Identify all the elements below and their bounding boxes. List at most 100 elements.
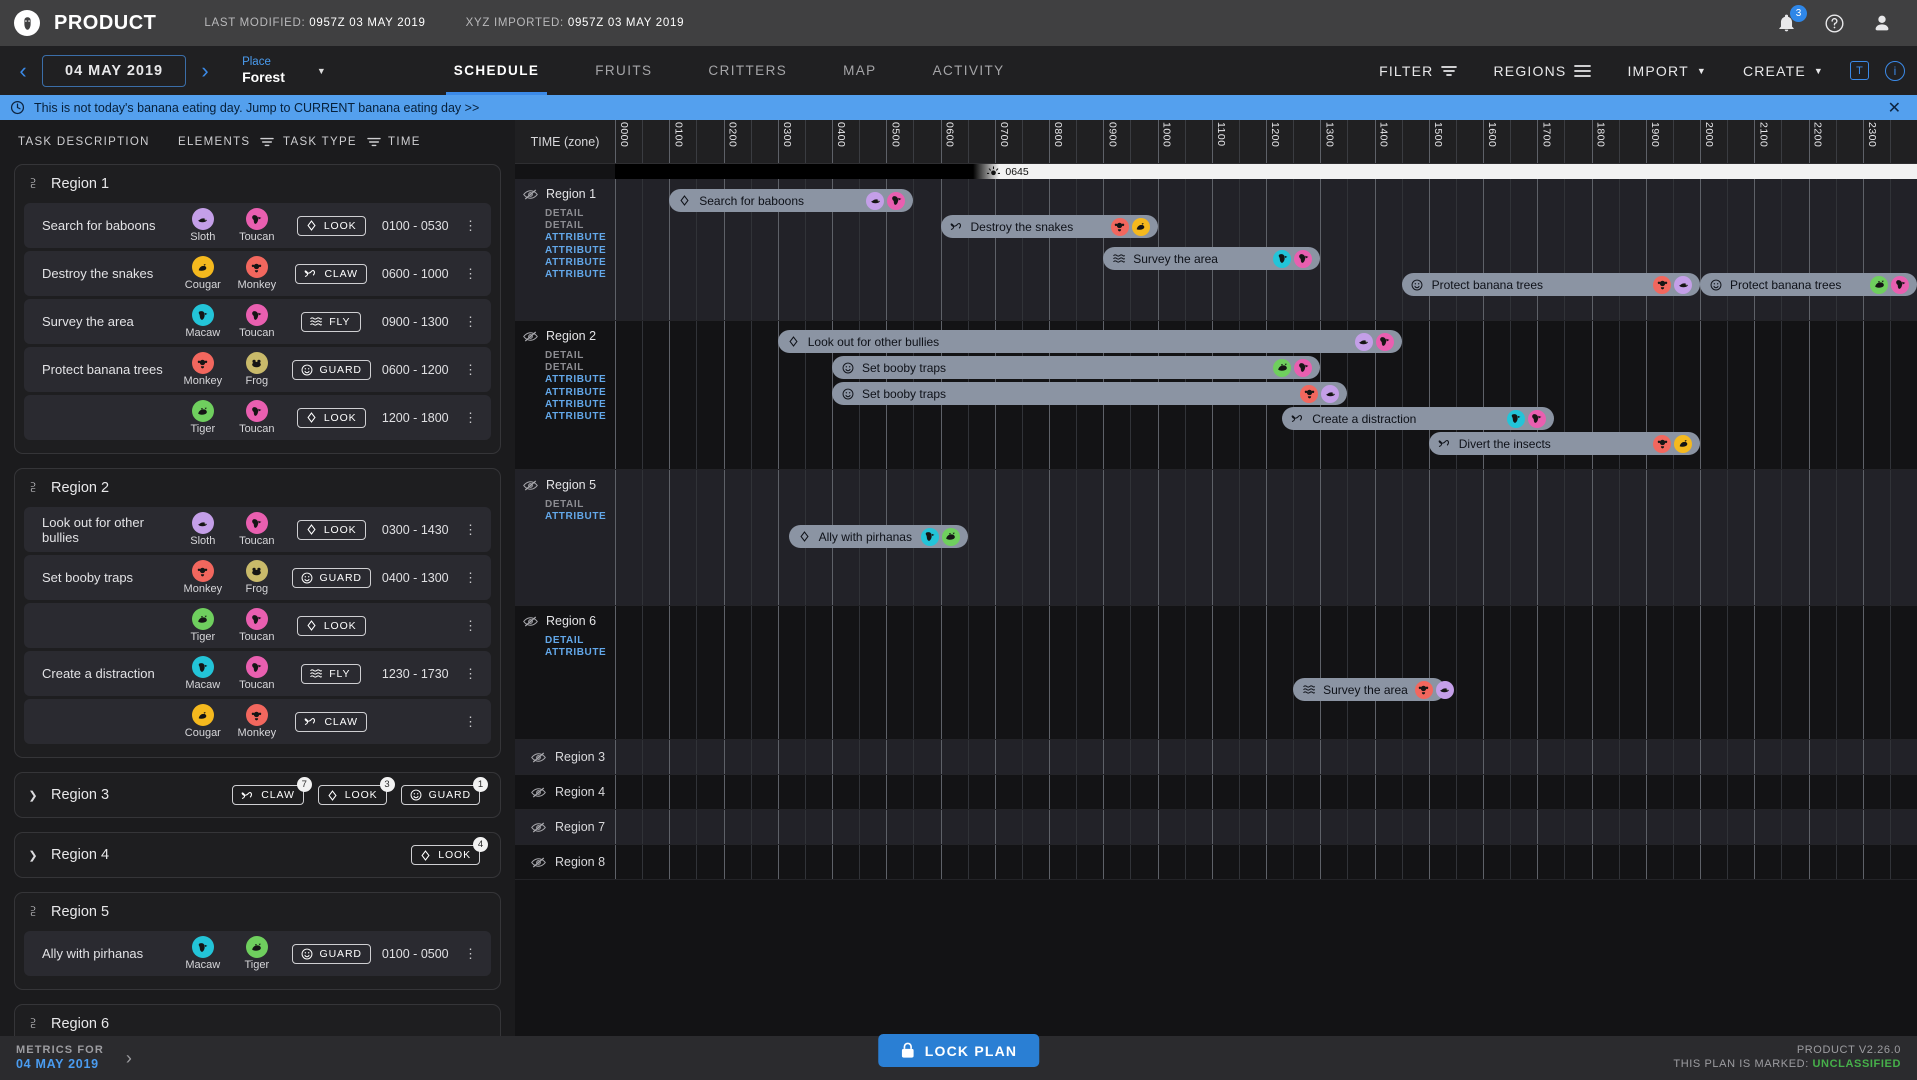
region-header[interactable]: ⫔ Region 5 bbox=[15, 893, 500, 931]
regions-button[interactable]: REGIONS bbox=[1475, 63, 1609, 79]
table-row[interactable]: Set booby traps Monkey Frog GUARD 0400 - 130… bbox=[24, 555, 491, 600]
chevron-down-icon[interactable]: ⫔ bbox=[27, 1018, 39, 1031]
task-type-pill[interactable]: FLY bbox=[301, 311, 362, 332]
region-header[interactable]: ⫔ Region 2 bbox=[15, 469, 500, 507]
element-chip[interactable]: Monkey bbox=[181, 352, 225, 387]
row-menu-icon[interactable]: ⋮ bbox=[464, 667, 491, 680]
table-row[interactable]: Create a distraction Macaw Toucan FLY 1230 -… bbox=[24, 651, 491, 696]
table-row[interactable]: Tiger Toucan LOOK ⋮ bbox=[24, 603, 491, 648]
table-row[interactable]: Tiger Toucan LOOK 1200 - 1800 ⋮ bbox=[24, 395, 491, 440]
text-view-toggle[interactable]: T bbox=[1850, 61, 1869, 80]
filter-button[interactable]: FILTER bbox=[1361, 63, 1475, 79]
eye-off-icon[interactable] bbox=[531, 751, 546, 764]
timeline-region-row-collapsed[interactable]: Region 7 bbox=[515, 810, 1917, 845]
region-header[interactable]: ⫔ Region 6 bbox=[15, 1005, 500, 1036]
region-type-summary[interactable]: CLAW 7 bbox=[232, 777, 312, 805]
row-menu-icon[interactable]: ⋮ bbox=[464, 571, 491, 584]
element-chip[interactable]: Macaw bbox=[181, 936, 225, 971]
task-type-pill[interactable]: LOOK bbox=[296, 215, 366, 236]
element-chip[interactable]: Macaw bbox=[181, 656, 225, 691]
close-icon[interactable]: ✕ bbox=[1888, 98, 1907, 118]
element-chip[interactable]: Cougar bbox=[181, 704, 225, 739]
timeline-task-bar[interactable]: Ally with pirhanas bbox=[788, 525, 968, 548]
chevron-down-icon[interactable]: ⫔ bbox=[27, 482, 39, 495]
region-type-summary[interactable]: LOOK 3 bbox=[317, 777, 395, 805]
row-menu-icon[interactable]: ⋮ bbox=[464, 947, 491, 960]
create-button[interactable]: CREATE ▼ bbox=[1725, 63, 1842, 79]
element-chip[interactable]: Cougar bbox=[181, 256, 225, 291]
prev-day-button[interactable]: ‹ bbox=[10, 59, 36, 82]
row-menu-icon[interactable]: ⋮ bbox=[464, 715, 491, 728]
element-chip[interactable]: Macaw bbox=[181, 304, 225, 339]
table-row[interactable]: Survey the area Macaw Toucan FLY 0900 - 1300… bbox=[24, 299, 491, 344]
element-chip[interactable]: Monkey bbox=[181, 560, 225, 595]
element-chip[interactable]: Toucan bbox=[235, 304, 279, 339]
caret-down-icon[interactable]: ▼ bbox=[317, 66, 326, 76]
task-type-pill[interactable]: GUARD bbox=[291, 943, 371, 964]
task-type-pill[interactable]: LOOK bbox=[296, 519, 366, 540]
eye-off-icon[interactable] bbox=[531, 821, 546, 834]
eye-off-icon[interactable] bbox=[531, 786, 546, 799]
element-chip[interactable]: Monkey bbox=[235, 704, 279, 739]
task-type-pill[interactable]: GUARD bbox=[291, 567, 371, 588]
row-menu-icon[interactable]: ⋮ bbox=[464, 619, 491, 632]
chevron-down-icon[interactable]: ⫔ bbox=[27, 178, 39, 191]
task-type-pill[interactable]: FLY bbox=[301, 663, 362, 684]
place-selector[interactable]: Place Forest bbox=[242, 56, 285, 85]
task-type-pill[interactable]: CLAW bbox=[295, 263, 367, 284]
task-type-pill[interactable]: GUARD bbox=[291, 359, 371, 380]
region-type-summary[interactable]: GUARD 1 bbox=[400, 777, 488, 805]
timeline-task-bar[interactable]: Search for baboons bbox=[669, 189, 914, 212]
metrics-link[interactable]: METRICS FOR 04 MAY 2019 bbox=[0, 1044, 104, 1072]
eye-off-icon[interactable] bbox=[531, 856, 546, 869]
tab-map[interactable]: MAP bbox=[815, 46, 904, 95]
row-menu-icon[interactable]: ⋮ bbox=[464, 523, 491, 536]
region-collapsed-row[interactable]: ❯ Region 3 CLAW 7 LOOK 3 GUARD 1 bbox=[15, 773, 500, 817]
element-chip[interactable]: Frog bbox=[235, 560, 279, 595]
eye-off-icon[interactable] bbox=[523, 188, 538, 201]
region-collapsed-row[interactable]: ❯ Region 4 LOOK 4 bbox=[15, 833, 500, 877]
timeline-task-bar[interactable]: Divert the insects bbox=[1428, 432, 1700, 455]
row-menu-icon[interactable]: ⋮ bbox=[464, 363, 491, 376]
task-type-pill[interactable]: LOOK bbox=[296, 407, 366, 428]
row-menu-icon[interactable]: ⋮ bbox=[464, 411, 491, 424]
element-chip[interactable]: Toucan bbox=[235, 512, 279, 547]
table-row[interactable]: Cougar Monkey CLAW ⋮ bbox=[24, 699, 491, 744]
timeline-task-bar[interactable]: Look out for other bullies bbox=[777, 330, 1402, 353]
import-button[interactable]: IMPORT ▼ bbox=[1609, 63, 1725, 79]
account-icon[interactable] bbox=[1871, 12, 1893, 34]
table-row[interactable]: Ally with pirhanas Macaw Tiger GUARD 0100 - … bbox=[24, 931, 491, 976]
help-circle-icon[interactable] bbox=[1823, 12, 1845, 34]
current-date[interactable]: 04 MAY 2019 bbox=[42, 54, 187, 87]
table-row[interactable]: Search for baboons Sloth Toucan LOOK 0100 - … bbox=[24, 203, 491, 248]
timeline-task-bar[interactable]: Survey the area bbox=[1103, 247, 1321, 270]
element-chip[interactable]: Toucan bbox=[235, 400, 279, 435]
element-chip[interactable]: Sloth bbox=[181, 512, 225, 547]
element-chip[interactable]: Sloth bbox=[181, 208, 225, 243]
task-type-pill[interactable]: LOOK bbox=[296, 615, 366, 636]
timeline-task-bar[interactable]: Destroy the snakes bbox=[940, 215, 1158, 238]
next-day-button[interactable]: › bbox=[192, 59, 218, 82]
info-icon[interactable]: i bbox=[1885, 60, 1905, 81]
task-type-pill[interactable]: CLAW bbox=[232, 785, 304, 805]
element-chip[interactable]: Frog bbox=[235, 352, 279, 387]
eye-off-icon[interactable] bbox=[523, 330, 538, 343]
timeline-region-row-collapsed[interactable]: Region 4 bbox=[515, 775, 1917, 810]
banner-text[interactable]: This is not today's banana eating day. J… bbox=[34, 101, 479, 115]
region-header[interactable]: ⫔ Region 1 bbox=[15, 165, 500, 203]
eye-off-icon[interactable] bbox=[523, 479, 538, 492]
row-menu-icon[interactable]: ⋮ bbox=[464, 267, 491, 280]
task-type-pill[interactable]: LOOK bbox=[317, 785, 387, 805]
table-row[interactable]: Look out for other bullies Sloth Toucan LOO… bbox=[24, 507, 491, 552]
task-type-pill[interactable]: LOOK bbox=[411, 845, 480, 865]
chevron-right-icon[interactable]: ❯ bbox=[27, 849, 39, 862]
tab-fruits[interactable]: FRUITS bbox=[567, 46, 680, 95]
lock-plan-button[interactable]: LOCK PLAN bbox=[877, 1034, 1040, 1067]
chevron-right-icon[interactable]: › bbox=[126, 1048, 132, 1069]
table-row[interactable]: Destroy the snakes Cougar Monkey CLAW 0600 -… bbox=[24, 251, 491, 296]
chevron-down-icon[interactable]: ⫔ bbox=[27, 906, 39, 919]
timeline-task-bar[interactable]: Protect banana trees bbox=[1401, 273, 1700, 296]
chevron-right-icon[interactable]: ❯ bbox=[27, 789, 39, 802]
eye-off-icon[interactable] bbox=[523, 615, 538, 628]
task-type-pill[interactable]: GUARD bbox=[400, 785, 480, 805]
